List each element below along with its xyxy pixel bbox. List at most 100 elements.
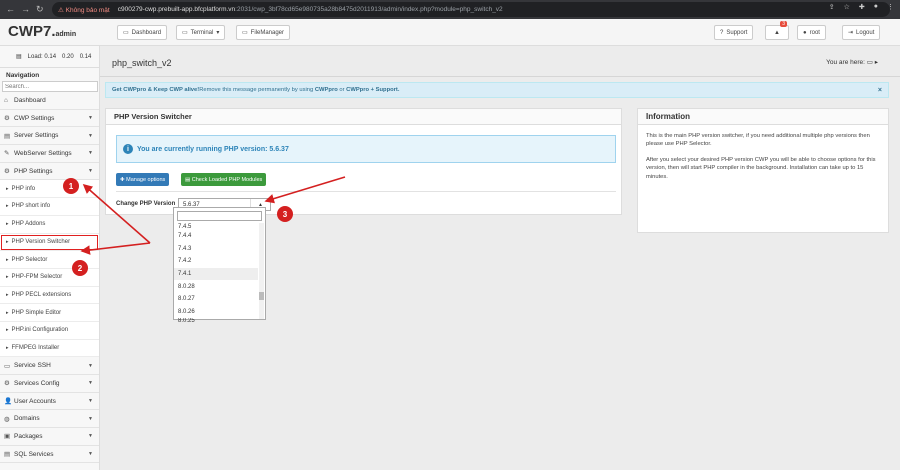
sidebar-subitem-php-ini[interactable]: ▸ PHP.ini Configuration [0,321,99,340]
folder-icon: ▭ [242,30,248,36]
star-icon[interactable]: ☆ [844,3,850,11]
chevron-down-icon: ▼ [88,362,93,369]
dashboard-button[interactable]: ▭ Dashboard [117,25,168,40]
sidebar-subitem-ffmpeg[interactable]: ▸ FFMPEG Installer [0,339,99,358]
change-version-label: Change PHP Version [116,201,176,207]
close-icon[interactable]: × [878,87,882,94]
version-option[interactable]: 7.4.5 [174,222,258,230]
you-are-here: You are here: ▭ ▸ [826,59,878,66]
chevron-right-icon: ▸ [6,274,9,281]
chevron-right-icon: ▸ [6,291,9,298]
manage-options-button[interactable]: ✚ Manage options [116,173,170,186]
sidebar-subitem-php-version-switcher[interactable]: ▸ PHP Version Switcher [0,233,99,252]
sidebar-item-services-config[interactable]: ⚙ Services Config ▼ [0,375,99,393]
cwp-topbar: CWP7.admin ▭ Dashboard ▭ Terminal ▾ ▭ FileMa… [0,19,900,46]
version-option[interactable]: 7.4.4 [174,230,258,243]
support-button[interactable]: ? Support [714,25,754,40]
chevron-down-icon: ▼ [88,132,93,139]
sidebar-subitem-php-info[interactable]: ▸ PHP info [0,180,99,199]
chevron-down-icon: ▼ [88,150,93,157]
chevron-right-icon: ▸ [6,327,9,334]
version-option-highlighted[interactable]: 7.4.1 [174,267,258,281]
version-option[interactable]: 8.0.25 [174,318,258,324]
chevron-down-icon: ▼ [88,398,93,405]
version-option[interactable]: 8.0.27 [174,293,258,306]
url-host: c900279-cwp.prebuilt-app.bfcplatform.vn [117,6,236,13]
chevron-down-icon: ▾ [216,30,220,36]
share-icon[interactable]: ⇪ [829,3,835,11]
sidebar-item-packages[interactable]: ▣ Packages ▼ [0,428,99,446]
sidebar-item-php-settings[interactable]: ⚙ PHP Settings ▼ [0,163,99,181]
version-option[interactable]: 8.0.28 [174,280,258,293]
monitor-icon[interactable]: ▭ [867,59,873,66]
cwppro-notice: Get CWPpro & Keep CWP alive! Remove this… [105,82,889,98]
question-icon: ? [720,29,724,36]
version-option[interactable]: 8.0.26 [174,306,258,319]
filemanager-button[interactable]: ▭ FileManager [236,25,291,40]
logout-icon: ⇥ [848,30,854,36]
url-path: :2031/cwp_3bf78cd65e980735a28b8475d20119… [235,6,503,13]
settings-icon: ⚙ [4,115,10,123]
logout-button[interactable]: ⇥ Logout [842,25,881,40]
dropdown-search-input[interactable] [177,211,262,221]
terminal-icon: ▭ [182,30,188,36]
scrollbar-thumb[interactable] [259,292,264,300]
version-options: 7.4.5 7.4.4 7.4.3 7.4.2 7.4.1 8.0.28 8.0… [174,222,258,324]
sidebar-item-webserver-settings[interactable]: ✎ WebServer Settings ▼ [0,145,99,163]
back-icon[interactable]: ← [6,4,15,15]
notifications-button[interactable]: ▲ 3 [765,21,789,40]
chevron-right-icon[interactable]: ▸ [875,59,878,66]
sidebar-search-input[interactable] [2,81,98,92]
sidebar-item-cwp-settings[interactable]: ⚙ CWP Settings ▼ [0,110,99,128]
chevron-right-icon: ▸ [6,185,9,192]
address-bar[interactable]: ⚠ Không bảo mật c900279-cwp.prebuilt-app… [52,2,890,17]
server-load: ▤ Load: 0.14 0.20 0.14 [0,46,99,68]
sidebar-item-dashboard[interactable]: ⌂ Dashboard [0,92,99,110]
sidebar-item-server-settings[interactable]: ▤ Server Settings ▼ [0,127,99,146]
user-button[interactable]: ● root [797,25,826,40]
page-title: php_switch_v2 [112,58,172,68]
chevron-right-icon: ▸ [6,203,9,210]
home-icon: ⌂ [4,96,8,104]
insecure-warning[interactable]: ⚠ Không bảo mật [58,6,110,14]
user-icon: ● [803,29,807,36]
terminal-button[interactable]: ▭ Terminal ▾ [176,25,226,40]
puzzle-icon[interactable]: ✚ [859,3,865,11]
menu-icon[interactable]: ⋮ [887,3,894,11]
browser-extensions: ⇪ ☆ ✚ ● ⋮ [829,3,894,11]
server-icon: ▤ [4,132,11,140]
dropdown-scrollbar[interactable] [259,223,264,319]
gear-icon: ⚙ [4,168,10,176]
bell-icon: ▲ [774,29,780,36]
version-option[interactable]: 7.4.2 [174,255,258,268]
separator [116,191,616,192]
cwp-logo[interactable]: CWP7.admin [8,23,76,40]
sidebar-item-service-ssh[interactable]: ▭ Service SSH ▼ [0,357,99,375]
sidebar-item-domains[interactable]: ◍ Domains ▼ [0,410,99,429]
chevron-down-icon: ▼ [88,380,93,387]
sidebar-subitem-php-pecl[interactable]: ▸ PHP PECL extensions [0,286,99,305]
info-icon: i [123,144,133,154]
annotation-badge-2: 2 [72,260,88,276]
browser-chrome: ← → ↻ ⚠ Không bảo mật c900279-cwp.prebui… [0,0,900,19]
navigation-title: Navigation [6,72,40,79]
sidebar-subitem-php-short-info[interactable]: ▸ PHP short info [0,198,99,216]
chevron-right-icon: ▸ [6,344,9,351]
information-text: This is the main PHP version switcher, i… [646,133,876,180]
forward-icon[interactable]: → [21,4,30,15]
profile-icon[interactable]: ● [874,3,878,11]
running-version-alert: i You are currently running PHP version:… [116,135,616,163]
sidebar-item-user-accounts[interactable]: 👤 User Accounts ▼ [0,393,99,411]
sidebar-item-sql-services[interactable]: ▤ SQL Services ▼ [0,446,99,464]
chevron-right-icon: ▸ [6,256,9,263]
reload-icon[interactable]: ↻ [36,4,44,15]
version-option[interactable]: 7.4.3 [174,243,258,256]
sidebar-subitem-php-addons[interactable]: ▸ PHP Addons [0,215,99,234]
check-modules-button[interactable]: ▤ Check Loaded PHP Modules [181,173,267,186]
chevron-right-icon: ▸ [6,238,9,245]
user-icon: 👤 [4,398,13,406]
chevron-down-icon: ▼ [88,415,93,422]
sidebar-subitem-php-simple-editor[interactable]: ▸ PHP Simple Editor [0,304,99,322]
webserver-icon: ✎ [4,150,10,158]
browser-nav: ← → ↻ [0,4,52,15]
